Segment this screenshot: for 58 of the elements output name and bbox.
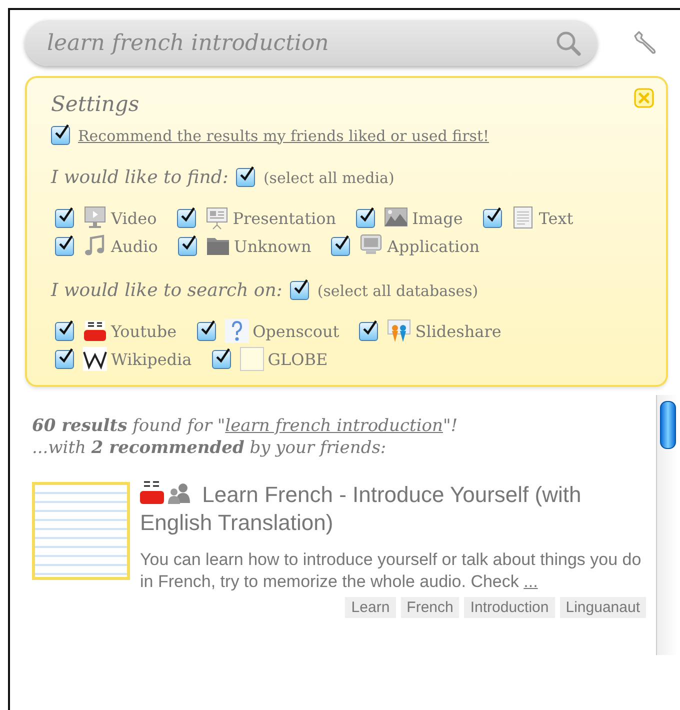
checkbox[interactable]: [482, 208, 502, 228]
select-all-label: (select all media): [263, 168, 394, 186]
tag[interactable]: Learn: [345, 597, 396, 618]
search-box[interactable]: learn french introduction: [25, 20, 597, 66]
option-label: Presentation: [232, 208, 336, 228]
option-label: Application: [387, 236, 480, 256]
recommended-summary: ...with 2 recommended by your friends:: [32, 437, 388, 459]
section-heading: I would like to find:: [51, 167, 228, 188]
checkbox[interactable]: [51, 126, 70, 145]
presentation-board-icon: [204, 206, 229, 230]
checkbox[interactable]: [196, 322, 216, 340]
checkbox[interactable]: [178, 236, 197, 256]
people-icon: [168, 481, 192, 505]
result-description: You can learn how to introduce yourself or talk about things you do in French, try to memorize the whole audio. Check ...: [140, 549, 642, 593]
monitor-icon: [83, 206, 107, 230]
search-field[interactable]: learn french introduction: [45, 30, 555, 56]
recommend-link[interactable]: Recommend the results my friends liked or used first!: [78, 126, 490, 144]
option-label: Text: [538, 208, 574, 228]
option-label: Image: [412, 208, 463, 228]
result-title[interactable]: Learn French - Introduce Yourself (with English Translation): [140, 479, 646, 537]
select-all-label: (select all databases): [317, 282, 478, 300]
scrollbar-thumb[interactable]: [660, 401, 676, 449]
checkbox[interactable]: [55, 236, 74, 256]
option-label: Slideshare: [415, 322, 502, 340]
checkbox[interactable]: [55, 322, 74, 340]
option-label: Wikipedia: [111, 350, 192, 368]
video-logo-icon: [140, 479, 164, 505]
query-link[interactable]: learn french introduction: [225, 416, 443, 436]
tag[interactable]: Introduction: [464, 597, 555, 618]
section-heading: I would like to search on:: [51, 280, 282, 301]
checkbox[interactable]: [176, 208, 196, 228]
people-icon: [387, 319, 412, 343]
option-label: Youtube: [111, 322, 177, 340]
scrollbar[interactable]: [656, 395, 678, 655]
tag[interactable]: Linguanaut: [560, 597, 646, 618]
document-icon: [510, 206, 535, 230]
checkbox[interactable]: [290, 281, 310, 300]
more-link[interactable]: ...: [524, 572, 538, 591]
wiki-logo-icon: [83, 347, 107, 371]
question-mark-icon: [224, 319, 249, 343]
checkbox[interactable]: [212, 350, 231, 368]
option-label: GLOBE: [268, 350, 328, 368]
checkbox[interactable]: [236, 168, 256, 187]
settings-title: Settings: [51, 92, 140, 116]
video-logo-icon: [83, 319, 107, 343]
checkbox[interactable]: [356, 208, 376, 228]
option-label: Openscout: [252, 322, 340, 340]
tag[interactable]: French: [400, 597, 460, 618]
blank-icon: [240, 347, 264, 371]
checkbox[interactable]: [55, 208, 74, 228]
checkbox[interactable]: [359, 322, 378, 340]
checkbox[interactable]: [55, 350, 74, 368]
checkbox[interactable]: [331, 236, 350, 256]
results-summary: 60 results found for "learn french introduction"!: [32, 415, 459, 437]
option-label: Audio: [111, 236, 158, 256]
option-label: Unknown: [234, 236, 312, 256]
music-note-icon: [83, 234, 107, 258]
option-label: Video: [111, 208, 157, 228]
